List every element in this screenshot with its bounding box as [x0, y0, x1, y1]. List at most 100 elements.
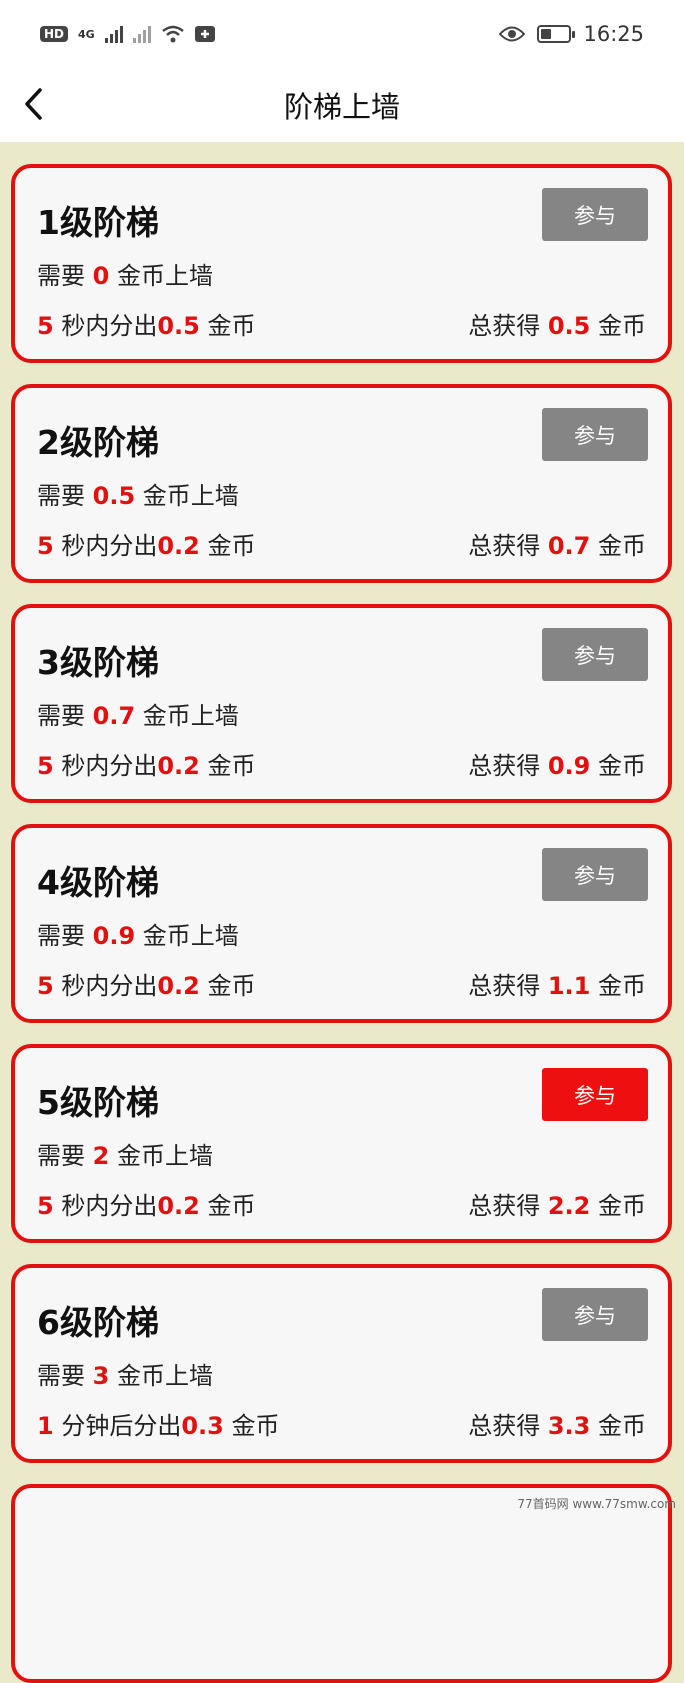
need-prefix: 需要: [37, 482, 85, 510]
eye-icon: [499, 26, 526, 42]
rate-unit: 秒内分出: [61, 1192, 158, 1220]
status-icons-left: HD 4G: [40, 25, 215, 43]
rate-unit: 秒内分出: [61, 752, 158, 780]
ladder-title: 2级阶梯: [37, 423, 159, 462]
network-type-label: 4G: [78, 27, 95, 41]
total-coin: 金币: [598, 1192, 646, 1220]
join-button[interactable]: 参与: [542, 188, 648, 241]
ladder-card: 3级阶梯 参与 需要 0.7 金币上墙 5 秒内分出0.2 金币 总获得 0.9…: [11, 604, 672, 803]
ladder-total: 总获得 1.1 金币: [468, 966, 646, 1001]
need-suffix: 金币上墙: [142, 702, 239, 730]
total-amount: 0.7: [547, 532, 591, 560]
ladder-title: 5级阶梯: [37, 1083, 159, 1122]
rate-amount: 0.2: [157, 1192, 200, 1220]
watermark-text: 77首码网 www.77smw.com: [517, 1497, 676, 1511]
ladder-distribution: 5 秒内分出0.2 金币: [37, 966, 256, 1001]
need-prefix: 需要: [37, 1362, 85, 1390]
ladder-requirement: 需要 3 金币上墙: [37, 1356, 213, 1391]
join-button[interactable]: 参与: [542, 848, 648, 901]
total-amount: 3.3: [547, 1412, 591, 1440]
rate-coin: 金币: [207, 532, 256, 560]
total-coin: 金币: [598, 1412, 646, 1440]
need-amount: 0.9: [92, 922, 136, 950]
rate-time: 5: [37, 312, 54, 340]
total-prefix: 总获得: [468, 1192, 541, 1220]
ladder-distribution: 5 秒内分出0.2 金币: [37, 746, 256, 781]
rate-coin: 金币: [207, 312, 256, 340]
signal-icon: [104, 25, 123, 43]
rate-amount: 0.2: [157, 972, 200, 1000]
ladder-total: 总获得 2.2 金币: [468, 1186, 646, 1221]
rate-amount: 0.2: [157, 752, 200, 780]
ladder-card: 4级阶梯 参与 需要 0.9 金币上墙 5 秒内分出0.2 金币 总获得 1.1…: [11, 824, 672, 1023]
total-prefix: 总获得: [468, 972, 541, 1000]
rate-time: 5: [37, 532, 54, 560]
back-button[interactable]: [14, 84, 54, 124]
clock-time: 16:25: [583, 22, 644, 46]
need-suffix: 金币上墙: [142, 482, 239, 510]
total-amount: 2.2: [547, 1192, 591, 1220]
need-prefix: 需要: [37, 1142, 85, 1170]
ladder-requirement: 需要 0.5 金币上墙: [37, 476, 239, 511]
ladder-title: 4级阶梯: [37, 863, 159, 902]
ladder-requirement: 需要 0.7 金币上墙: [37, 696, 239, 731]
chevron-left-icon: [25, 88, 42, 120]
join-button[interactable]: 参与: [542, 1288, 648, 1341]
ladder-total: 总获得 0.5 金币: [468, 306, 646, 341]
need-amount: 0.5: [92, 482, 136, 510]
need-amount: 3: [92, 1362, 110, 1390]
join-button[interactable]: 参与: [542, 628, 648, 681]
rate-time: 5: [37, 752, 54, 780]
wifi-icon: [161, 25, 184, 43]
medical-icon: [194, 26, 215, 42]
rate-amount: 0.5: [157, 312, 200, 340]
ladder-requirement: 需要 0.9 金币上墙: [37, 916, 239, 951]
rate-unit: 秒内分出: [61, 972, 158, 1000]
rate-coin: 金币: [207, 972, 256, 1000]
rate-unit: 秒内分出: [61, 312, 158, 340]
rate-coin: 金币: [207, 1192, 256, 1220]
need-suffix: 金币上墙: [116, 1362, 213, 1390]
ladder-distribution: 5 秒内分出0.2 金币: [37, 1186, 256, 1221]
need-prefix: 需要: [37, 922, 85, 950]
total-coin: 金币: [598, 312, 646, 340]
ladder-distribution: 5 秒内分出0.2 金币: [37, 526, 256, 561]
battery-icon: [537, 25, 576, 43]
total-amount: 1.1: [547, 972, 591, 1000]
need-suffix: 金币上墙: [116, 262, 213, 290]
nav-bar: 阶梯上墙: [0, 68, 684, 142]
ladder-total: 总获得 3.3 金币: [468, 1406, 646, 1441]
ladder-requirement: 需要 0 金币上墙: [37, 256, 213, 291]
need-amount: 2: [92, 1142, 110, 1170]
ladder-distribution: 5 秒内分出0.5 金币: [37, 306, 256, 341]
rate-amount: 0.2: [157, 532, 200, 560]
total-amount: 0.5: [547, 312, 591, 340]
rate-time: 5: [37, 972, 54, 1000]
need-amount: 0: [92, 262, 110, 290]
join-button[interactable]: 参与: [542, 1068, 648, 1121]
ladder-requirement: 需要 2 金币上墙: [37, 1136, 213, 1171]
total-coin: 金币: [598, 752, 646, 780]
total-prefix: 总获得: [468, 312, 541, 340]
ladder-title: 1级阶梯: [37, 203, 159, 242]
status-icons-right: 16:25: [499, 22, 644, 46]
total-prefix: 总获得: [468, 752, 541, 780]
need-prefix: 需要: [37, 702, 85, 730]
ladder-card-partial: [11, 1484, 672, 1683]
join-button[interactable]: 参与: [542, 408, 648, 461]
ladder-title: 6级阶梯: [37, 1303, 159, 1342]
hd-icon: HD: [40, 26, 69, 42]
total-prefix: 总获得: [468, 1412, 541, 1440]
rate-coin: 金币: [207, 752, 256, 780]
total-coin: 金币: [598, 972, 646, 1000]
rate-time: 1: [37, 1412, 54, 1440]
need-suffix: 金币上墙: [142, 922, 239, 950]
total-prefix: 总获得: [468, 532, 541, 560]
ladder-total: 总获得 0.9 金币: [468, 746, 646, 781]
rate-unit: 秒内分出: [61, 532, 158, 560]
ladder-title: 3级阶梯: [37, 643, 159, 682]
need-prefix: 需要: [37, 262, 85, 290]
rate-amount: 0.3: [181, 1412, 224, 1440]
ladder-total: 总获得 0.7 金币: [468, 526, 646, 561]
ladder-card: 5级阶梯 参与 需要 2 金币上墙 5 秒内分出0.2 金币 总获得 2.2 金…: [11, 1044, 672, 1243]
